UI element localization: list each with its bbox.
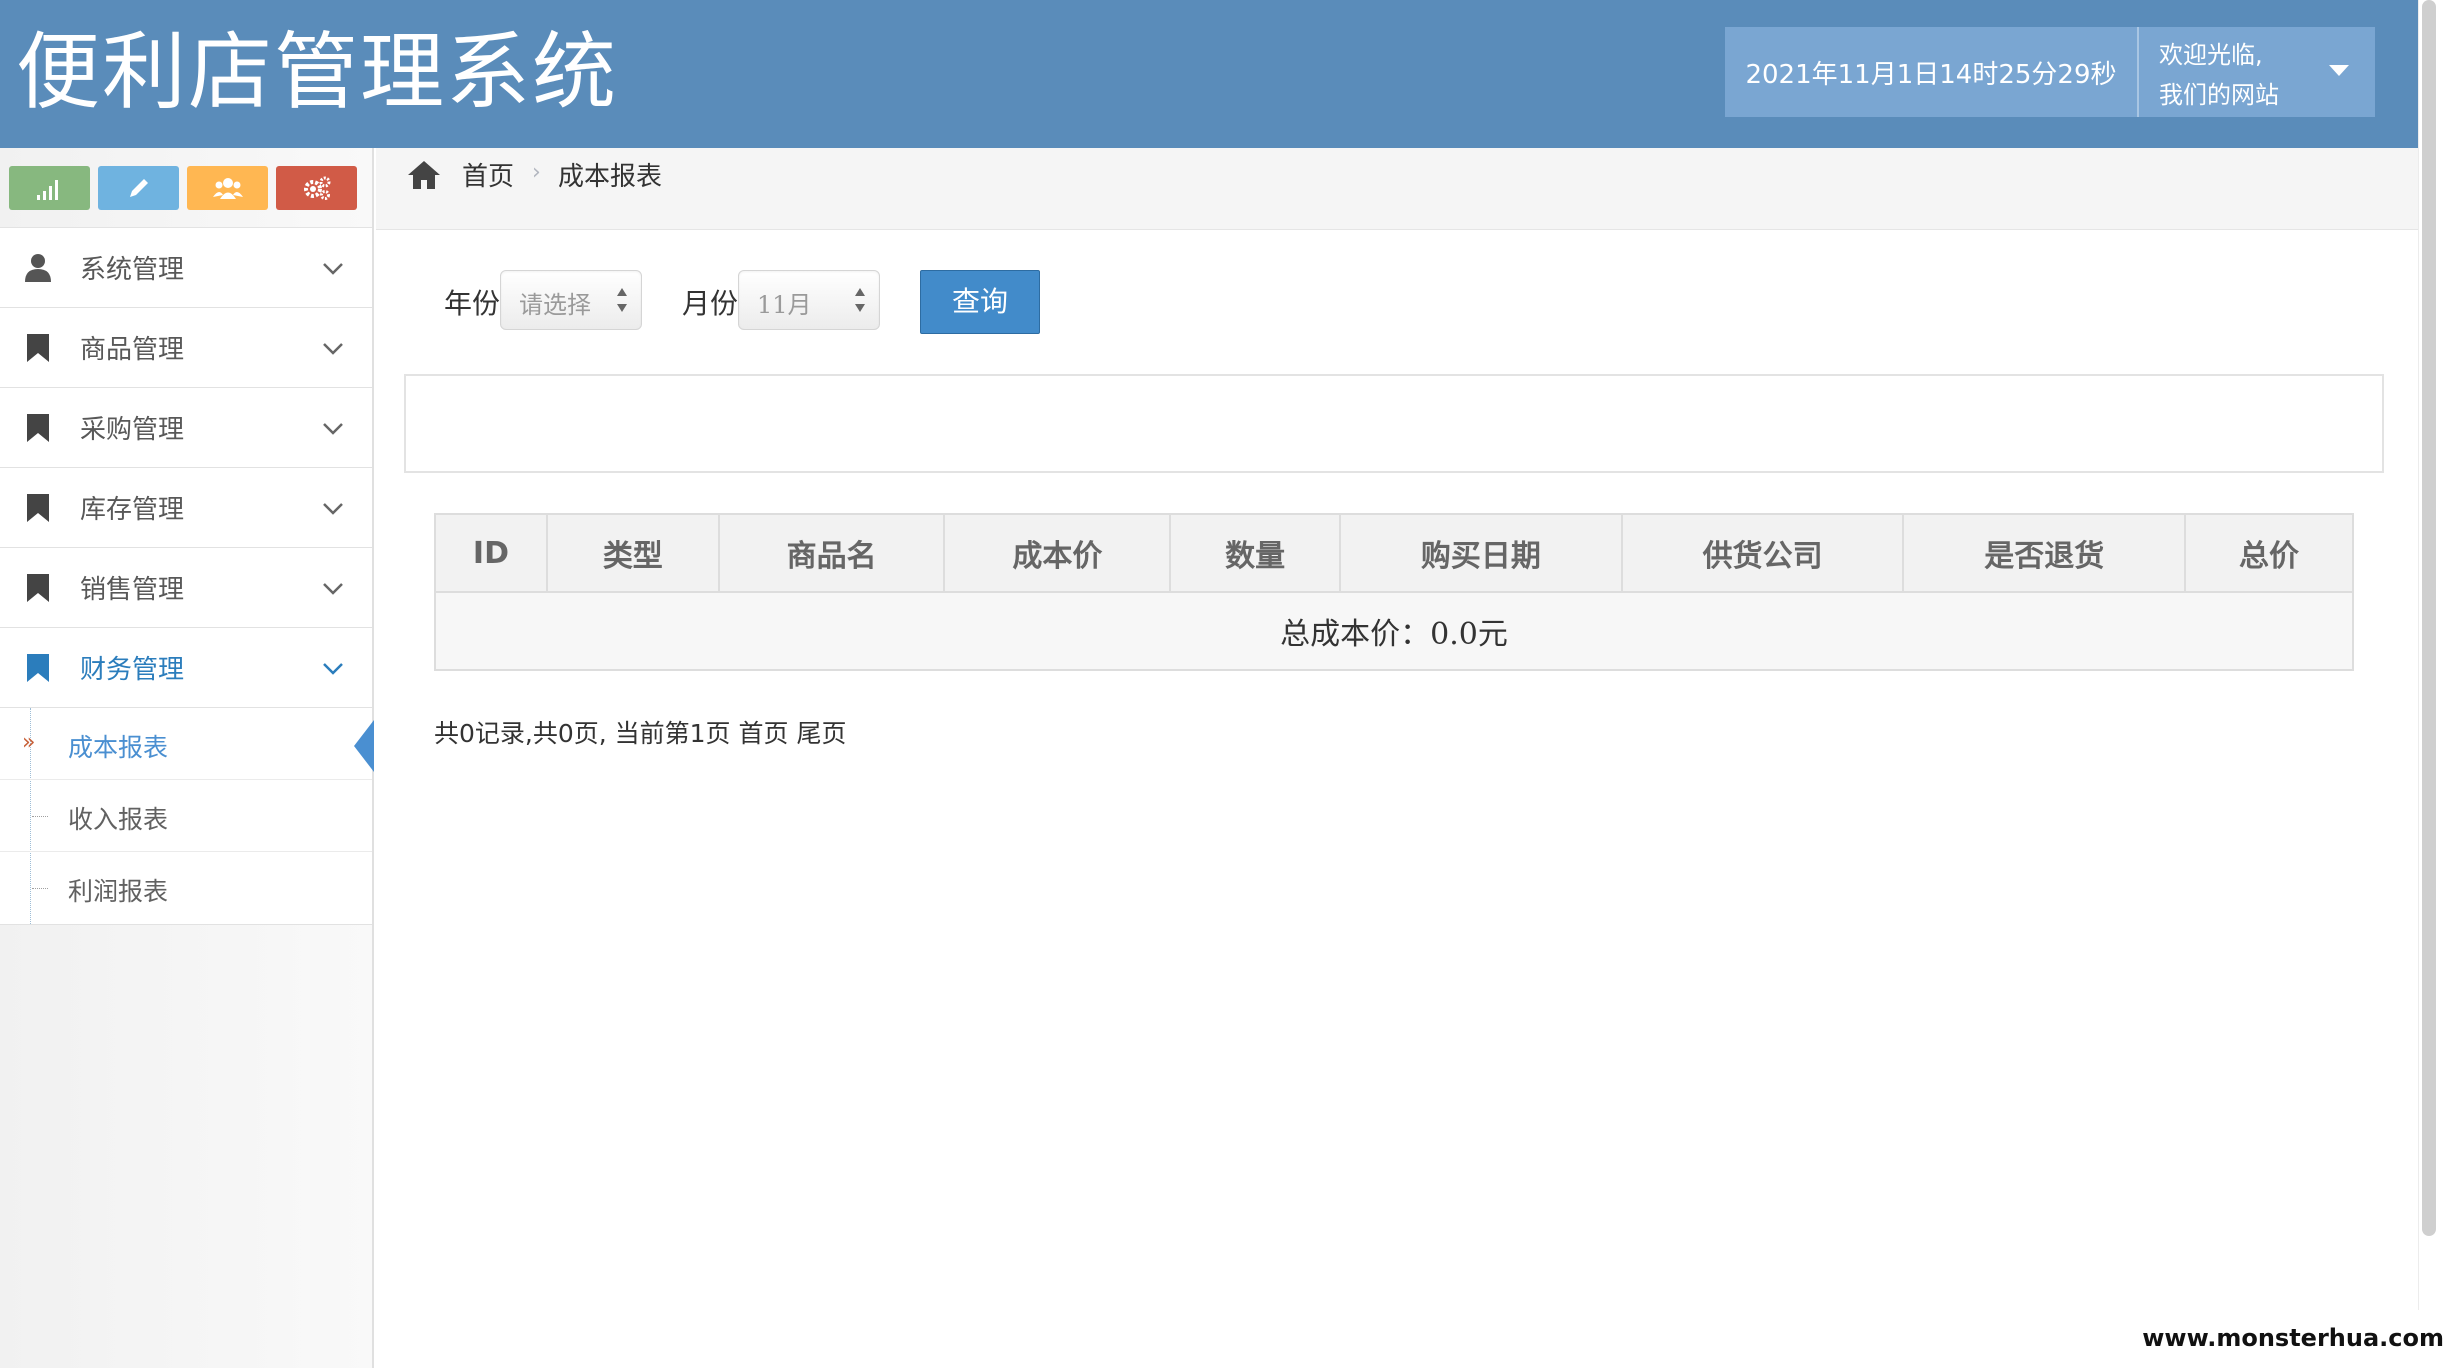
bookmark-icon	[27, 654, 49, 682]
bookmark-icon	[27, 414, 49, 442]
tree-dash	[32, 888, 48, 889]
active-indicator-arrow	[354, 720, 374, 772]
watermark: www.monsterhua.com	[2142, 1324, 2444, 1352]
user-icon	[25, 254, 51, 282]
shortcut-settings-button[interactable]	[276, 166, 357, 210]
year-label: 年份	[444, 287, 501, 320]
year-select-value: 请选择	[519, 291, 591, 319]
column-header-product-name[interactable]: 商品名	[717, 513, 946, 593]
app-root: 便利店管理系统 2021年11月1日14时25分29秒 欢迎光临, 我们的网站	[0, 0, 2448, 1368]
chevron-down-icon	[323, 583, 343, 595]
users-icon	[212, 178, 243, 199]
column-header-cost-price[interactable]: 成本价	[943, 513, 1172, 593]
sidebar-item-inventory[interactable]: 库存管理	[0, 468, 372, 548]
tree-dash	[32, 816, 48, 817]
caret-down-icon	[2329, 65, 2349, 76]
chevron-down-icon	[323, 343, 343, 355]
cogs-icon	[303, 176, 330, 200]
welcome-line-2: 我们的网站	[2159, 81, 2279, 109]
sidebar: 系统管理 商品管理 采购管理 库存管理 销售管理 财务管理 » 成本报表 收入报…	[0, 148, 374, 1368]
submenu-item-income-report[interactable]: 收入报表	[0, 780, 372, 852]
submenu-item-label: 利润报表	[68, 877, 169, 906]
breadcrumb-home-link[interactable]: 首页	[462, 156, 514, 193]
sidebar-item-products[interactable]: 商品管理	[0, 308, 372, 388]
user-menu-toggle[interactable]: 欢迎光临, 我们的网站	[2139, 27, 2375, 117]
header-user-area: 2021年11月1日14时25分29秒 欢迎光临, 我们的网站	[1725, 27, 2375, 117]
chevron-down-icon	[323, 663, 343, 675]
submenu-item-label: 成本报表	[68, 733, 169, 762]
result-panel	[404, 374, 2384, 473]
year-select[interactable]: 请选择	[500, 270, 642, 330]
pagination-info: 共0记录,共0页, 当前第1页 首页 尾页	[434, 719, 847, 748]
sidebar-item-label: 商品管理	[80, 335, 185, 365]
column-header-id[interactable]: ID	[434, 513, 548, 593]
month-select[interactable]: 11月	[738, 270, 880, 330]
sidebar-item-label: 采购管理	[80, 415, 185, 445]
chevron-down-icon	[323, 423, 343, 435]
sidebar-item-system[interactable]: 系统管理	[0, 228, 372, 308]
sidebar-item-label: 库存管理	[80, 495, 185, 525]
sidebar-item-purchasing[interactable]: 采购管理	[0, 388, 372, 468]
table-summary-row: 总成本价：0.0元	[434, 591, 2354, 671]
finance-submenu: » 成本报表 收入报表 利润报表	[0, 708, 374, 925]
bookmark-icon	[27, 334, 49, 362]
chevron-down-icon	[323, 503, 343, 515]
column-header-type[interactable]: 类型	[545, 513, 720, 593]
shortcut-stats-button[interactable]	[9, 166, 90, 210]
top-header: 便利店管理系统 2021年11月1日14时25分29秒 欢迎光临, 我们的网站	[0, 0, 2418, 148]
column-header-quantity[interactable]: 数量	[1169, 513, 1342, 593]
month-select-value: 11月	[757, 291, 812, 319]
column-header-returned[interactable]: 是否退货	[1902, 513, 2187, 593]
chevron-down-icon	[323, 263, 343, 275]
shortcut-users-button[interactable]	[187, 166, 268, 210]
column-header-total-price[interactable]: 总价	[2184, 513, 2354, 593]
breadcrumb: 首页 › 成本报表	[376, 148, 2418, 230]
query-button[interactable]: 查询	[920, 270, 1040, 334]
total-cost-summary: 总成本价：0.0元	[434, 591, 2354, 671]
cost-report-table: ID 类型 商品名 成本价 数量 购买日期 供货公司 是否退货 总价 总成本价：…	[434, 513, 2354, 671]
sidebar-item-label: 财务管理	[80, 655, 185, 685]
sidebar-item-finance[interactable]: 财务管理	[0, 628, 372, 708]
submenu-item-profit-report[interactable]: 利润报表	[0, 852, 372, 924]
breadcrumb-separator-icon: ›	[532, 160, 541, 185]
table-header-row: ID 类型 商品名 成本价 数量 购买日期 供货公司 是否退货 总价	[434, 513, 2354, 593]
column-header-supplier[interactable]: 供货公司	[1620, 513, 1905, 593]
submenu-item-cost-report[interactable]: » 成本报表	[0, 708, 374, 780]
select-arrows-icon	[855, 288, 865, 312]
home-icon[interactable]	[406, 158, 442, 192]
sidebar-item-label: 销售管理	[80, 575, 185, 605]
select-arrows-icon	[617, 288, 627, 312]
month-label: 月份	[682, 287, 739, 320]
sidebar-item-sales[interactable]: 销售管理	[0, 548, 372, 628]
sidebar-shortcuts	[0, 148, 372, 228]
datetime-display: 2021年11月1日14时25分29秒	[1725, 27, 2139, 117]
sidebar-item-label: 系统管理	[80, 255, 185, 285]
shortcut-edit-button[interactable]	[98, 166, 179, 210]
column-header-purchase-date[interactable]: 购买日期	[1339, 513, 1623, 593]
signal-icon	[36, 180, 58, 200]
app-title: 便利店管理系统	[16, 23, 619, 121]
bookmark-icon	[27, 494, 49, 522]
pencil-icon	[129, 179, 148, 197]
breadcrumb-current: 成本报表	[558, 162, 663, 192]
double-angle-right-icon: »	[22, 730, 36, 755]
submenu-item-label: 收入报表	[68, 805, 169, 834]
scrollbar-thumb[interactable]	[2422, 0, 2436, 1236]
bookmark-icon	[27, 574, 49, 602]
